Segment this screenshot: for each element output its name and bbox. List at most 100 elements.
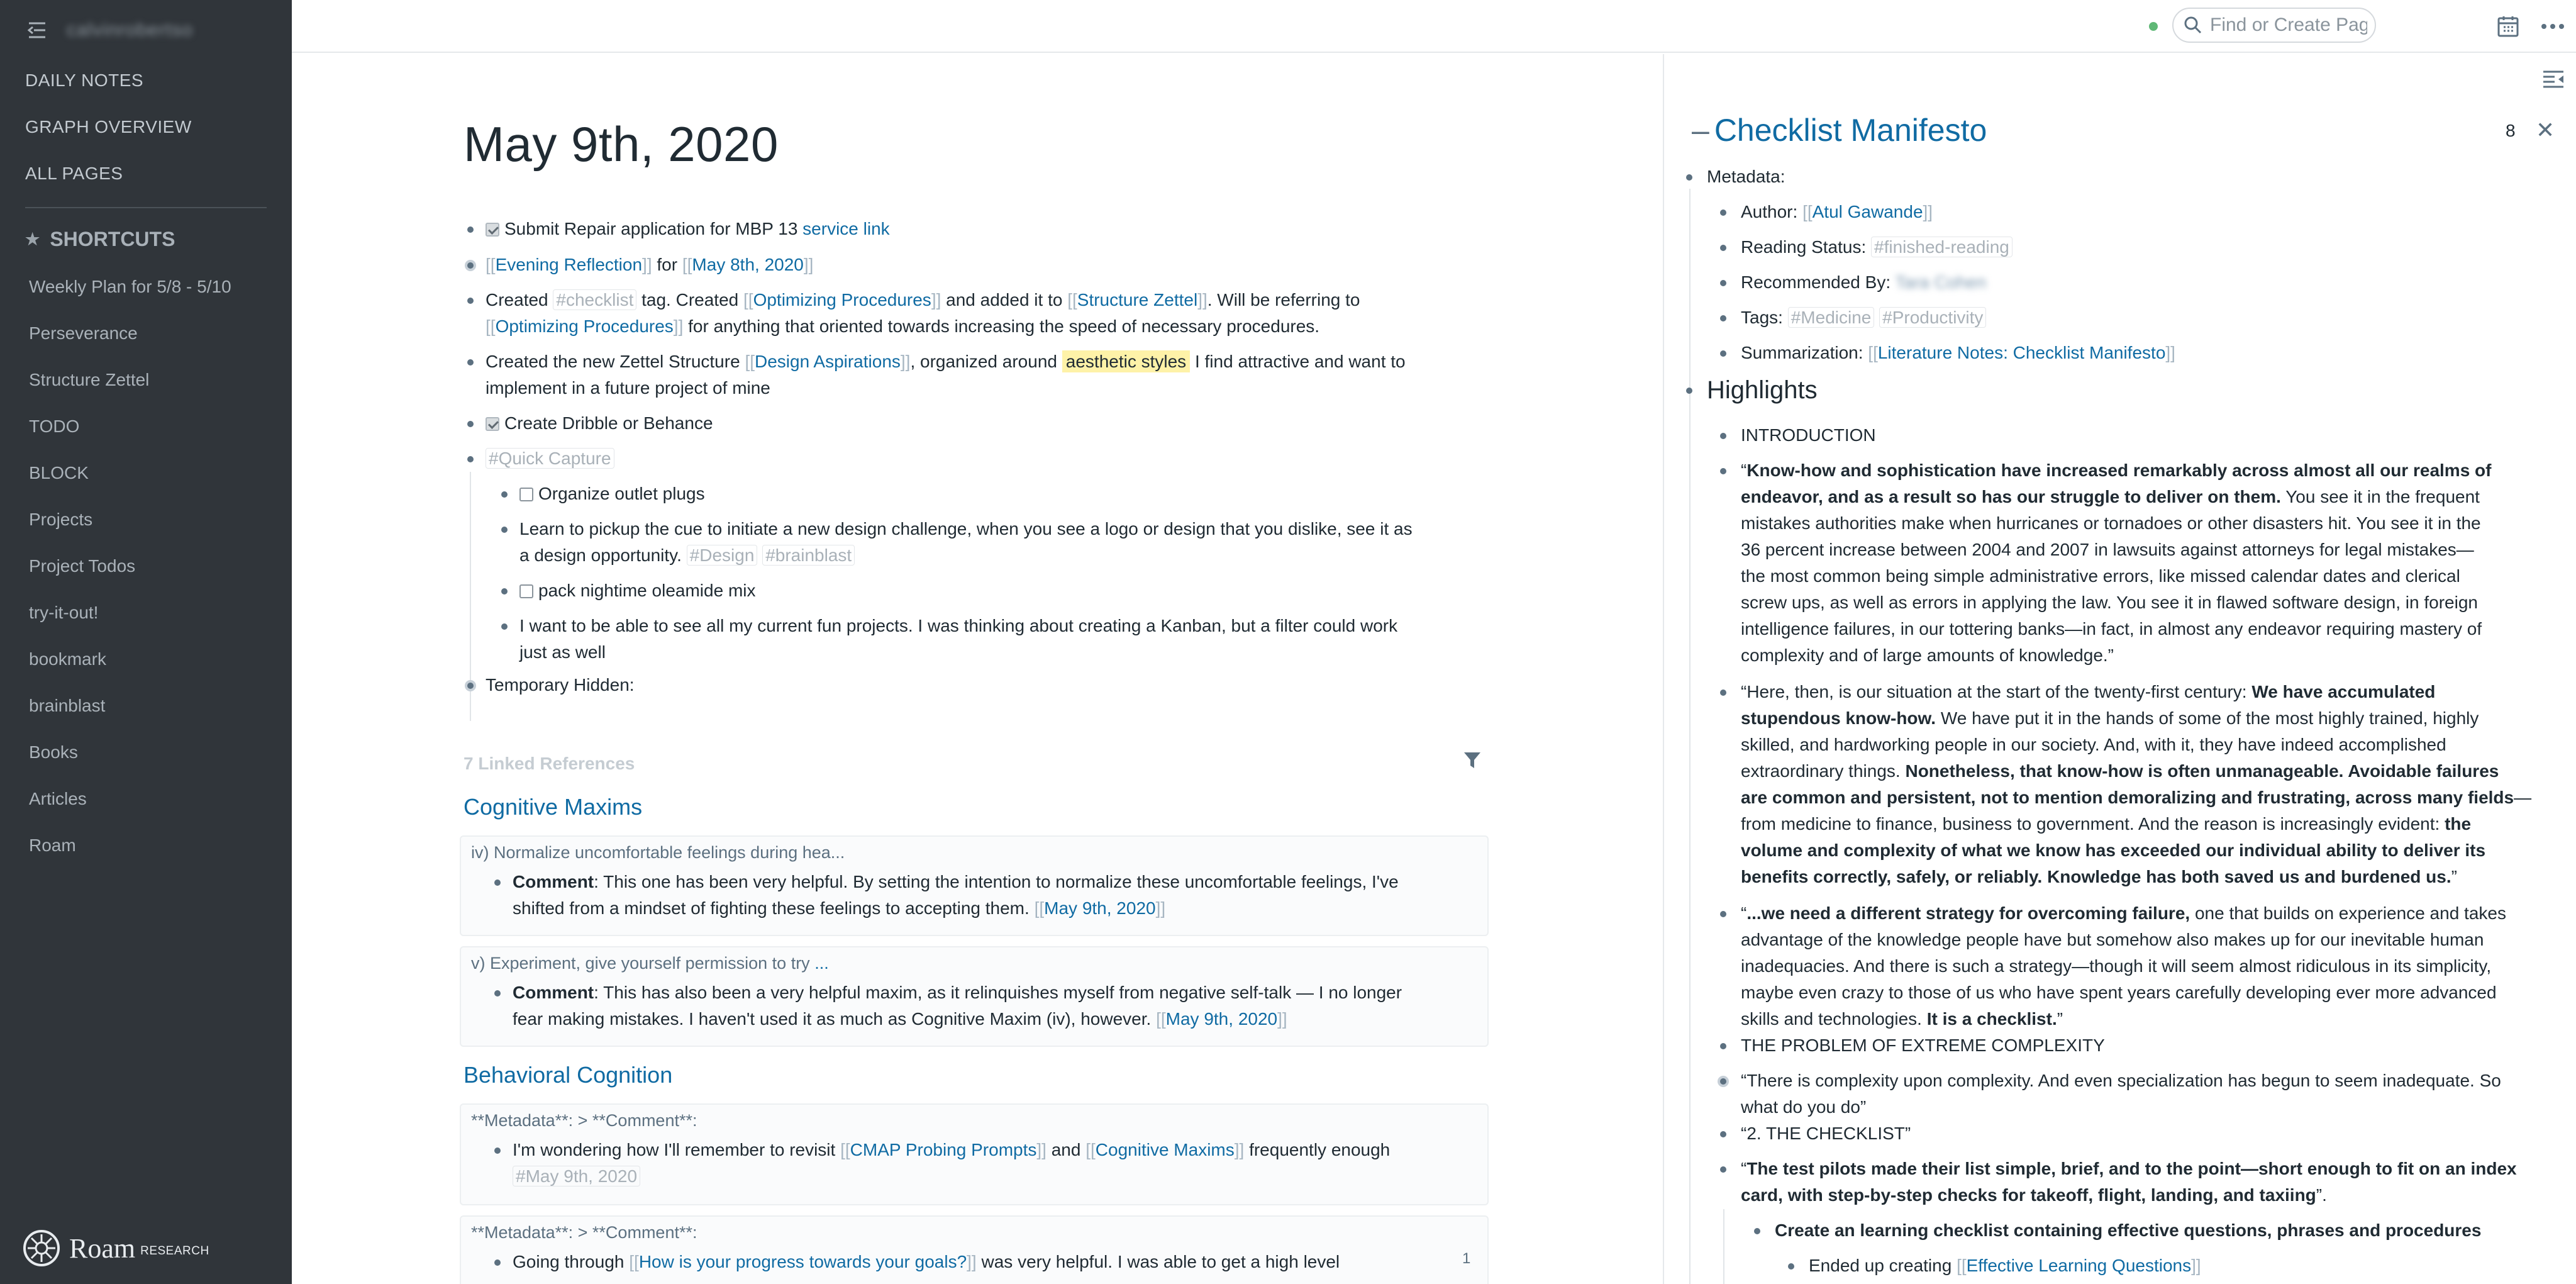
block[interactable]: Learn to pickup the cue to initiate a ne… — [519, 516, 1501, 569]
block-bullet[interactable] — [501, 623, 508, 630]
block[interactable]: THE PROBLEM OF EXTREME COMPLEXITY — [1741, 1032, 2105, 1059]
block-bullet[interactable] — [1720, 1043, 1726, 1049]
block[interactable]: “There is complexity upon complexity. An… — [1741, 1068, 2558, 1120]
block-bullet[interactable] — [1788, 1263, 1794, 1270]
reference-count[interactable]: 1 — [1462, 1250, 1470, 1268]
block-bullet[interactable] — [467, 421, 474, 427]
search-input[interactable] — [2210, 14, 2367, 36]
block-bullet[interactable] — [1720, 245, 1726, 251]
block-bullet[interactable] — [1720, 911, 1726, 917]
shortcut-item[interactable]: Perseverance — [29, 323, 138, 343]
block[interactable]: Created the new Zettel Structure [[Desig… — [486, 349, 1504, 401]
block[interactable]: Temporary Hidden: — [486, 672, 635, 698]
shortcut-item[interactable]: BLOCK — [29, 463, 89, 483]
more-options-icon[interactable] — [2540, 15, 2565, 38]
shortcut-item[interactable]: try-it-out! — [29, 603, 98, 623]
shortcut-item[interactable]: Articles — [29, 789, 87, 809]
block[interactable]: #Quick Capture — [486, 445, 614, 472]
page-ref[interactable]: Atul Gawande — [1813, 202, 1923, 221]
shortcut-item[interactable]: TODO — [29, 416, 79, 437]
page-ref[interactable]: How is your progress towards your goals? — [639, 1252, 967, 1271]
block-bullet[interactable] — [1686, 174, 1692, 181]
block[interactable]: Organize outlet plugs — [519, 481, 705, 507]
nav-graph-overview[interactable]: GRAPH OVERVIEW — [25, 117, 192, 137]
calendar-icon[interactable] — [2497, 15, 2519, 38]
block-bullet[interactable] — [1720, 315, 1726, 321]
block-bullet[interactable] — [494, 1147, 501, 1154]
block[interactable]: I want to be able to see all my current … — [519, 613, 1501, 666]
page-ref[interactable]: CMAP Probing Prompts — [850, 1140, 1037, 1159]
shortcut-item[interactable]: Books — [29, 742, 78, 762]
block[interactable]: “...we need a different strategy for ove… — [1741, 900, 2558, 1032]
nav-all-pages[interactable]: ALL PAGES — [25, 164, 123, 184]
page-ref[interactable]: Effective Learning Questions — [1967, 1256, 2191, 1275]
page-ref[interactable]: Optimizing Procedures — [753, 290, 931, 310]
page-ref[interactable]: May 8th, 2020 — [692, 255, 803, 274]
search-box[interactable] — [2172, 8, 2376, 43]
block-bullet-collapsed[interactable] — [1718, 1076, 1729, 1087]
block-bullet-collapsed[interactable] — [465, 680, 476, 691]
block-bullet[interactable] — [494, 879, 501, 886]
block[interactable]: “Know-how and sophistication have increa… — [1741, 457, 2558, 669]
sidebar-toggle-icon[interactable] — [2542, 69, 2565, 89]
block[interactable]: Going through [[How is your progress tow… — [513, 1249, 1481, 1275]
heading-block[interactable]: Highlights — [1707, 374, 1818, 406]
block[interactable]: Tags: #Medicine #Productivity — [1741, 304, 1987, 331]
block[interactable]: pack nightime oleamide mix — [519, 578, 756, 604]
block-bullet[interactable] — [467, 456, 474, 462]
block[interactable]: I'm wondering how I'll remember to revis… — [513, 1137, 1481, 1190]
block-bullet[interactable] — [1720, 433, 1726, 439]
block[interactable]: Comment: This has also been a very helpf… — [513, 980, 1481, 1032]
page-ref[interactable]: May 9th, 2020 — [1044, 898, 1155, 918]
block[interactable]: Create Dribble or Behance — [486, 410, 713, 437]
shortcut-item[interactable]: Weekly Plan for 5/8 - 5/10 — [29, 277, 231, 297]
linked-references-header[interactable]: 7 Linked References — [464, 754, 635, 774]
nav-daily-notes[interactable]: DAILY NOTES — [25, 70, 143, 91]
block-bullet[interactable] — [494, 990, 501, 996]
collapse-sidebar-icon[interactable] — [26, 21, 48, 40]
ref-page-title[interactable]: Cognitive Maxims — [464, 794, 642, 820]
tag[interactable]: #Productivity — [1879, 307, 1987, 328]
block[interactable]: Create an learning checklist containing … — [1775, 1217, 2481, 1244]
block[interactable]: “Here, then, is our situation at the sta… — [1741, 679, 2558, 890]
block-bullet[interactable] — [501, 527, 508, 533]
service-link[interactable]: service link — [802, 219, 889, 238]
shortcut-item[interactable]: bookmark — [29, 649, 106, 669]
shortcut-item[interactable]: Roam — [29, 835, 76, 856]
block-bullet[interactable] — [1686, 388, 1692, 394]
block[interactable]: Comment: This one has been very helpful.… — [513, 869, 1481, 922]
ref-page-title[interactable]: Behavioral Cognition — [464, 1062, 672, 1088]
page-ref[interactable]: Literature Notes: Checklist Manifesto — [1878, 343, 2166, 362]
block[interactable]: Submit Repair application for MBP 13 ser… — [486, 216, 890, 242]
page-ref[interactable]: Cognitive Maxims — [1096, 1140, 1235, 1159]
block-bullet[interactable] — [467, 359, 474, 366]
breadcrumb[interactable]: **Metadata**: > **Comment**: — [471, 1111, 697, 1130]
block[interactable]: [[Evening Reflection]] for [[May 8th, 20… — [486, 252, 813, 278]
block[interactable]: “2. THE CHECKLIST” — [1741, 1120, 1911, 1147]
block-bullet[interactable] — [1720, 350, 1726, 357]
page-ref[interactable]: May 9th, 2020 — [1166, 1009, 1277, 1029]
page-ref[interactable]: Design Aspirations — [755, 352, 901, 371]
page-ref[interactable]: Evening Reflection — [496, 255, 642, 274]
block-bullet-collapsed[interactable] — [465, 260, 476, 271]
block-bullet[interactable] — [1720, 280, 1726, 286]
tag[interactable]: #finished-reading — [1871, 237, 2012, 257]
filter-icon[interactable] — [1463, 751, 1482, 771]
block[interactable]: Author: [[Atul Gawande]] — [1741, 199, 1933, 225]
block-bullet[interactable] — [1720, 1166, 1726, 1173]
tag[interactable]: #checklist — [553, 289, 637, 310]
breadcrumb[interactable]: **Metadata**: > **Comment**: — [471, 1223, 697, 1242]
shortcut-item[interactable]: Projects — [29, 510, 92, 530]
tag[interactable]: #brainblast — [762, 545, 855, 566]
block-bullet[interactable] — [467, 298, 474, 304]
block-bullet[interactable] — [494, 1259, 501, 1266]
block-bullet[interactable] — [1720, 209, 1726, 216]
tag[interactable]: #Quick Capture — [486, 448, 614, 469]
block-bullet[interactable] — [1720, 468, 1726, 474]
block-bullet[interactable] — [1720, 1131, 1726, 1137]
block[interactable]: Summarization: [[Literature Notes: Check… — [1741, 340, 2175, 366]
page-ref[interactable]: Optimizing Procedures — [496, 316, 674, 336]
block-bullet[interactable] — [467, 226, 474, 233]
shortcut-item[interactable]: Structure Zettel — [29, 370, 149, 390]
todo-checkbox[interactable] — [519, 488, 533, 501]
